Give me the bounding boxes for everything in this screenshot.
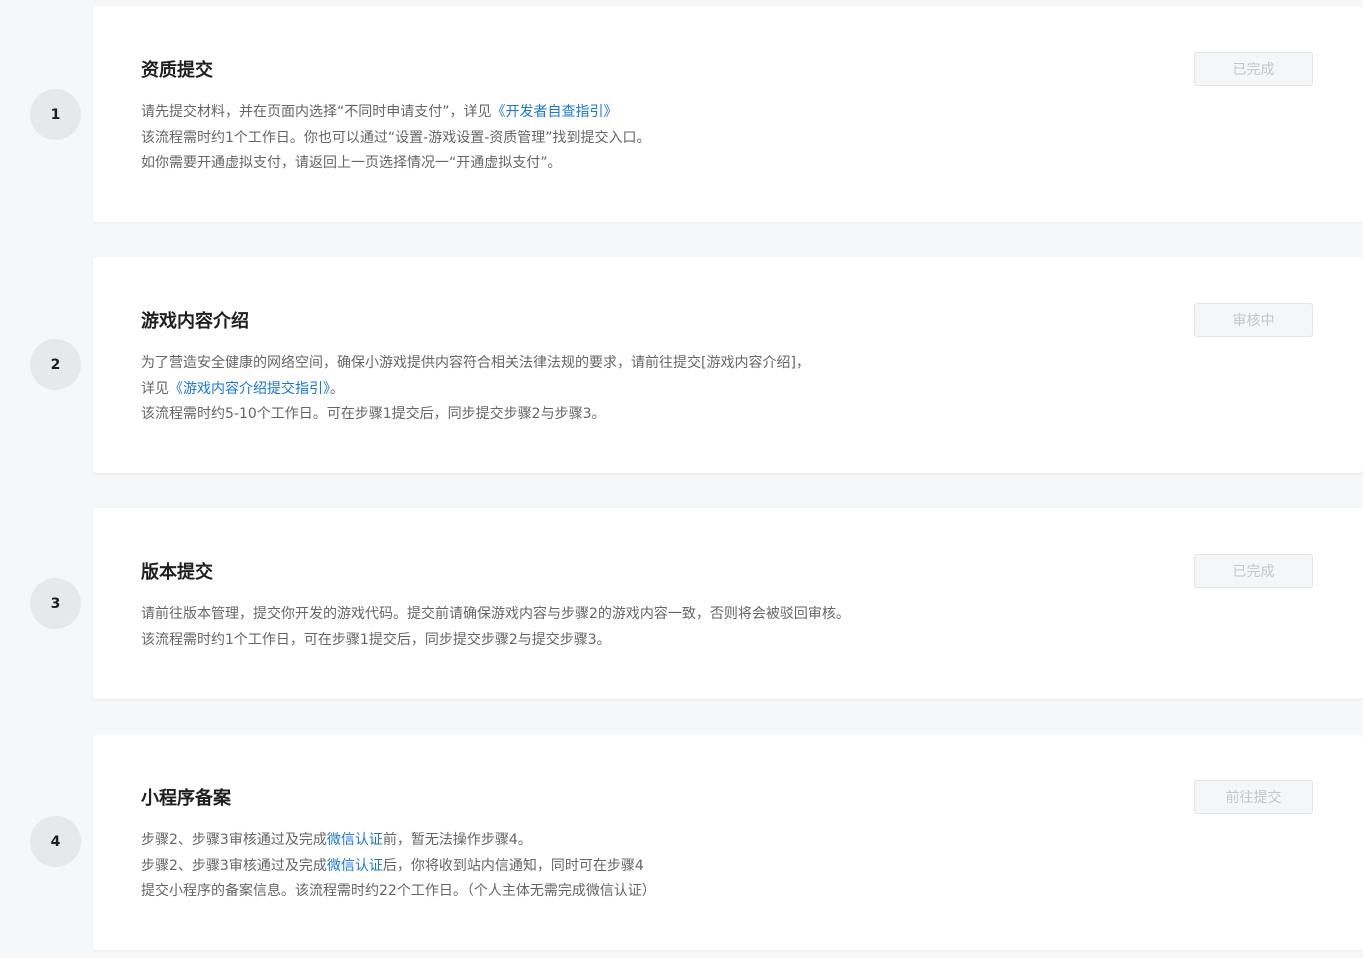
step-number-badge: 2 [30,339,81,390]
desc-text: 详见 [141,380,169,397]
step-card: 游戏内容介绍 为了营造安全健康的网络空间，确保小游戏提供内容符合相关法律法规的要… [93,257,1363,473]
step-number-badge: 4 [30,816,81,867]
step-card: 小程序备案 步骤2、步骤3审核通过及完成微信认证前，暂无法操作步骤4。 步骤2、… [93,735,1363,950]
game-content-guide-link[interactable]: 《游戏内容介绍提交指引》 [169,381,330,397]
step-card: 资质提交 请先提交材料，并在页面内选择“不同时申请支付”，详见《开发者自查指引》… [93,6,1363,222]
developer-self-check-guide-link[interactable]: 《开发者自查指引》 [492,104,618,120]
desc-text: 该流程需时约1个工作日，可在步骤1提交后，同步提交步骤2与提交步骤3。 [141,631,611,648]
desc-text: 前，暂无法操作步骤4。 [382,832,532,848]
desc-text: 该流程需时约5-10个工作日。可在步骤1提交后，同步提交步骤2与步骤3。 [141,406,606,422]
desc-text: 请前往版本管理，提交你开发的游戏代码。提交前请确保游戏内容与步骤2的游戏内容一致… [141,606,850,622]
step-number-badge: 1 [30,89,81,140]
step-description: 为了营造安全健康的网络空间，确保小游戏提供内容符合相关法律法规的要求，请前往提交… [141,351,810,428]
step-card: 版本提交 请前往版本管理，提交你开发的游戏代码。提交前请确保游戏内容与步骤2的游… [93,508,1363,699]
step-description: 请先提交材料，并在页面内选择“不同时申请支付”，详见《开发者自查指引》 该流程需… [141,100,651,177]
step-title: 版本提交 [141,562,213,583]
status-button-completed[interactable]: 已完成 [1194,52,1313,86]
step-description: 请前往版本管理，提交你开发的游戏代码。提交前请确保游戏内容与步骤2的游戏内容一致… [141,602,850,653]
desc-text: 步骤2、步骤3审核通过及完成 [141,857,327,874]
desc-text: 。 [330,380,344,397]
desc-text: 该流程需时约1个工作日。你也可以通过“设置-游戏设置-资质管理”找到提交入口。 [141,129,651,146]
status-button-reviewing[interactable]: 审核中 [1194,303,1313,337]
wechat-verification-link[interactable]: 微信认证 [327,858,383,874]
desc-text: 如你需要开通虚拟支付，请返回上一页选择情况一“开通虚拟支付”。 [141,155,562,171]
desc-text: 后，你将收到站内信通知，同时可在步骤4 [382,857,644,874]
step-title: 游戏内容介绍 [141,311,249,332]
go-submit-button[interactable]: 前往提交 [1194,780,1313,814]
wechat-verification-link[interactable]: 微信认证 [327,832,383,848]
step-title: 资质提交 [141,60,213,81]
status-button-completed[interactable]: 已完成 [1194,554,1313,588]
step-number-badge: 3 [30,578,81,629]
desc-text: 步骤2、步骤3审核通过及完成 [141,832,327,848]
desc-text: 请先提交材料，并在页面内选择“不同时申请支付”，详见 [141,104,492,120]
step-title: 小程序备案 [141,788,231,809]
step-description: 步骤2、步骤3审核通过及完成微信认证前，暂无法操作步骤4。 步骤2、步骤3审核通… [141,828,656,905]
desc-text: 提交小程序的备案信息。该流程需时约22个工作日。（个人主体无需完成微信认证） [141,883,656,899]
desc-text: 为了营造安全健康的网络空间，确保小游戏提供内容符合相关法律法规的要求，请前往提交… [141,355,810,371]
